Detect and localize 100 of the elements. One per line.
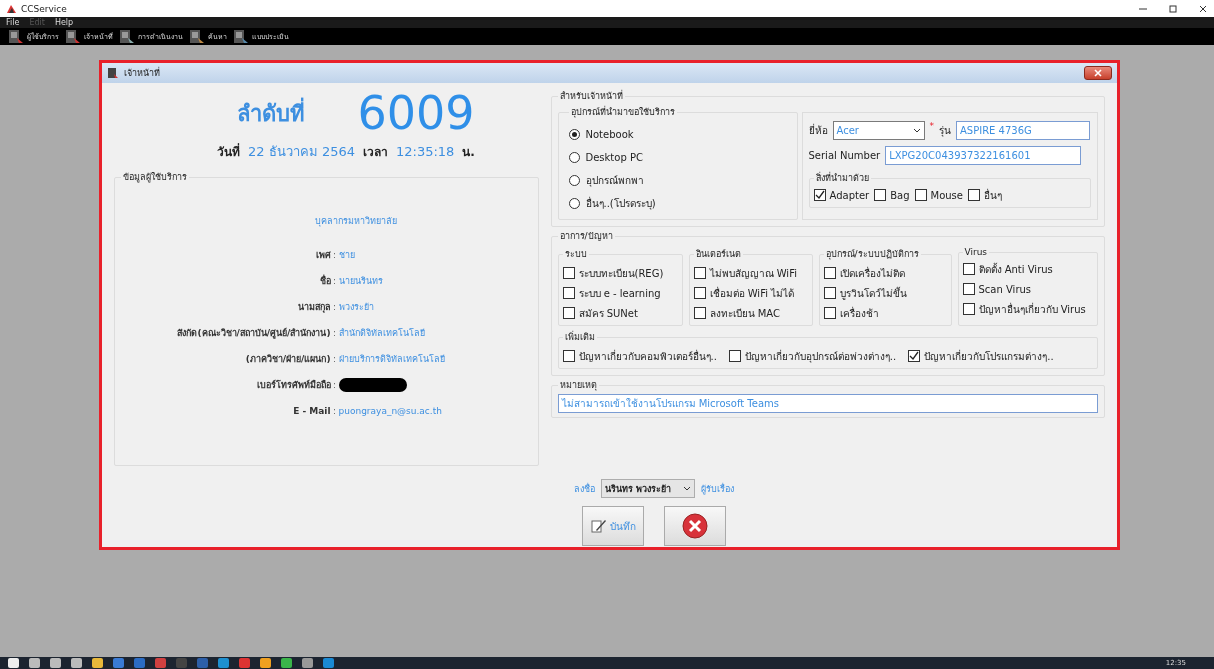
checkbox[interactable]: ปัญหาเกี่ยวกับโปรแกรมต่างๆ.. <box>908 346 1054 366</box>
taskbar-app-icon[interactable] <box>71 658 82 668</box>
brand-dropdown[interactable]: Acer <box>832 121 925 140</box>
chevron-down-icon <box>912 128 921 133</box>
radio-option[interactable]: อื่นๆ..(โปรดระบุ) <box>568 192 656 215</box>
checkbox[interactable]: ระบบทะเบียน(REG) <box>562 263 678 283</box>
checkbox[interactable]: อื่นๆ <box>968 185 1002 205</box>
field-separator: : <box>331 328 337 338</box>
taskbar-app-icon[interactable] <box>134 658 145 668</box>
checkmark-icon <box>909 351 920 361</box>
radio-option[interactable]: Desktop PC <box>568 146 643 169</box>
checkbox[interactable]: ปัญหาอื่นๆเกี่ยวกับ Virus <box>962 299 1093 319</box>
toolbar-item-icon <box>65 29 81 44</box>
field-value: ฝ่ายบริการดิจิทัลเทคโนโลยี <box>338 353 446 366</box>
taskbar-app-icon[interactable] <box>113 658 124 668</box>
cancel-button[interactable] <box>664 506 726 546</box>
field-separator: : <box>331 380 337 390</box>
brand-label: ยี่ห้อ <box>808 123 828 138</box>
model-field[interactable]: ASPIRE 4736G <box>956 121 1090 140</box>
date-value: 22 ธันวาคม 2564 <box>248 143 355 161</box>
toolbar-item-icon <box>233 29 249 44</box>
time-value: 12:35:18 <box>395 144 455 159</box>
menu-item[interactable]: File <box>6 18 20 27</box>
checkbox[interactable]: Scan Virus <box>962 279 1093 299</box>
checkbox[interactable]: ระบบ e - learning <box>562 283 678 303</box>
restore-icon[interactable] <box>1168 3 1178 14</box>
taskbar-app-icon[interactable] <box>8 658 19 668</box>
chevron-down-icon <box>683 486 691 491</box>
checkbox[interactable]: เปิดเครื่องไม่ติด <box>823 263 947 283</box>
window-title: CCService <box>21 3 68 14</box>
taskbar-app-icon[interactable] <box>281 658 292 668</box>
checkbox[interactable]: ไม่พบสัญญาณ WiFi <box>693 263 808 283</box>
field-label: ชื่อ <box>318 274 331 288</box>
checkbox[interactable]: เครื่องช้า <box>823 303 947 323</box>
group-title: อาการ/ปัญหา <box>558 230 614 243</box>
field-value: พวงระย้า <box>338 301 375 314</box>
checkbox[interactable]: ลงทะเบียน MAC <box>693 303 808 323</box>
app-logo-icon <box>6 3 17 14</box>
field-separator: : <box>331 250 337 260</box>
required-mark: * <box>929 121 934 131</box>
field-separator: : <box>331 302 337 312</box>
signature-dropdown[interactable]: นรินทร พวงระย้า <box>601 479 695 498</box>
checkbox[interactable]: Adapter <box>813 185 870 205</box>
toolbar-item-icon <box>189 29 205 44</box>
checkbox[interactable]: สมัคร SUNet <box>562 303 678 323</box>
field-label: นามสกุล <box>296 301 331 314</box>
note-field[interactable]: ไม่สามารถเข้าใช้งานโปรแกรม Microsoft Teams <box>557 394 1098 413</box>
queue-label: ลำดับที่ <box>237 95 306 131</box>
group-title: ข้อมูลผู้ใช้บริการ <box>121 171 188 184</box>
toolbar-item-icon <box>119 29 135 44</box>
field-value: สำนักดิจิทัลเทคโนโลยี <box>338 327 426 340</box>
checkbox[interactable]: ปัญหาเกี่ยวกับคอมพิวเตอร์อื่นๆ.. <box>562 346 717 366</box>
taskbar-app-icon[interactable] <box>302 658 313 668</box>
taskbar-app-icon[interactable] <box>50 658 61 668</box>
group-title: อุปกรณ์/ระบบปฏิบัติการ <box>824 248 920 261</box>
checkbox[interactable]: Mouse <box>914 185 963 205</box>
close-icon[interactable] <box>1198 3 1208 14</box>
checkbox[interactable]: เชื่อมต่อ WiFi ไม่ได้ <box>693 283 808 303</box>
role-label: ผู้รับเรื่อง <box>701 482 734 496</box>
menu-item[interactable]: Help <box>54 18 74 27</box>
time-label: เวลา <box>362 144 388 161</box>
dialog-icon <box>106 67 119 79</box>
redaction-bar <box>338 378 407 392</box>
group-title: Virus <box>963 247 989 257</box>
field-label: สังกัด(คณะวิชา/สถาบัน/ศูนย์/สำนักงาน) <box>176 326 331 340</box>
taskbar-app-icon[interactable] <box>29 658 40 668</box>
taskbar-app-icon[interactable] <box>92 658 103 668</box>
group-title: ระบบ <box>563 248 588 261</box>
model-label: รุ่น <box>939 124 951 138</box>
taskbar-app-icon[interactable] <box>218 658 229 668</box>
group-title: เพิ่มเติม <box>563 330 596 344</box>
taskbar-app-icon[interactable] <box>197 658 208 668</box>
field-value: puongraya_n@su.ac.th <box>338 406 443 416</box>
queue-number: 6009 <box>357 86 475 140</box>
field-label: เพศ <box>314 249 331 262</box>
close-button[interactable] <box>1083 66 1112 80</box>
close-icon <box>1093 69 1102 77</box>
group-title: หมายเหตุ <box>558 379 598 392</box>
radio-option[interactable]: อุปกรณ์พกพา <box>568 169 644 192</box>
field-label: (ภาควิชา/ฝ่าย/แผนก) <box>244 353 331 366</box>
field-separator: : <box>331 276 337 286</box>
serial-label: Serial Number <box>808 150 881 161</box>
serial-field[interactable]: LXPG20C043937322161601 <box>885 146 1082 165</box>
field-separator: : <box>331 354 337 364</box>
checkbox[interactable]: บูรวินโดว์ไม่ขึ้น <box>823 283 947 303</box>
checkbox[interactable]: ติดตั้ง Anti Virus <box>962 259 1093 279</box>
checkbox[interactable]: ปัญหาเกี่ยวกับอุปกรณ์ต่อพ่วงต่างๆ.. <box>728 346 897 366</box>
group-title: สำหรับเจ้าหน้าที่ <box>558 89 624 103</box>
field-separator: : <box>331 406 337 416</box>
user-type: บุคลากรมหาวิทยาลัย <box>314 215 398 228</box>
taskbar-app-icon[interactable] <box>323 658 334 668</box>
taskbar-app-icon[interactable] <box>260 658 271 668</box>
time-unit: น. <box>462 144 475 161</box>
radio-option[interactable]: Notebook <box>568 123 634 146</box>
dialog-title: เจ้าหน้าที่ <box>123 66 161 80</box>
taskbar-app-icon[interactable] <box>155 658 166 668</box>
taskbar-app-icon[interactable] <box>239 658 250 668</box>
date-label: วันที่ <box>217 142 241 161</box>
checkbox[interactable]: Bag <box>874 185 910 205</box>
group-title: อุปกรณ์ที่นำมาขอใช้บริการ <box>569 105 676 119</box>
